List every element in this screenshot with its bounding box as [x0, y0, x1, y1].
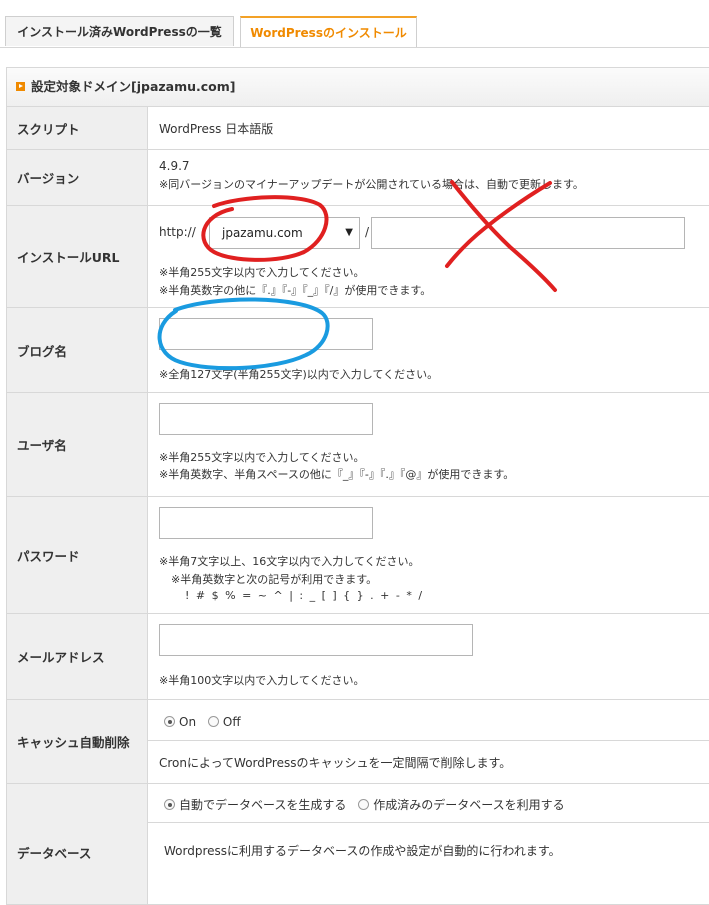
- label-version: バージョン: [7, 150, 148, 205]
- row-username: ユーザ名 ※半角255文字以内で入力してください。 ※半角英数字、半角スペースの…: [7, 393, 709, 497]
- version-value: 4.9.7: [159, 159, 190, 173]
- label-username: ユーザ名: [7, 393, 148, 496]
- url-note-1: ※半角255文字以内で入力してください。: [159, 266, 365, 279]
- cache-radio-group: On Off: [164, 715, 249, 729]
- cache-on-radio[interactable]: [164, 716, 175, 727]
- cache-divider: [148, 740, 709, 741]
- row-blog-name: ブログ名 ※全角127文字(半角255文字)以内で入力してください。: [7, 308, 709, 393]
- username-note-2: ※半角英数字、半角スペースの他に『_』『-』『.』『@』が使用できます。: [159, 468, 515, 481]
- database-auto-label[interactable]: 自動でデータベースを生成する: [179, 798, 346, 812]
- cache-note: CronによってWordPressのキャッシュを一定間隔で削除します。: [159, 756, 512, 770]
- email-note: ※半角100文字以内で入力してください。: [159, 674, 365, 687]
- username-input[interactable]: [159, 403, 373, 435]
- url-slash: /: [365, 225, 370, 239]
- domain-select-value: jpazamu.com: [222, 226, 303, 240]
- url-protocol: http://: [159, 225, 196, 239]
- database-auto-radio[interactable]: [164, 799, 175, 810]
- database-radio-group: 自動でデータベースを生成する 作成済みのデータベースを利用する: [164, 796, 573, 813]
- password-note-1: ※半角7文字以上、16文字以内で入力してください。: [159, 555, 420, 568]
- database-note: Wordpressに利用するデータベースの作成や設定が自動的に行われます。: [164, 844, 561, 858]
- database-existing-label[interactable]: 作成済みのデータベースを利用する: [373, 798, 564, 812]
- install-path-input[interactable]: [371, 217, 685, 249]
- username-note-1: ※半角255文字以内で入力してください。: [159, 451, 365, 464]
- blog-name-input[interactable]: [159, 318, 373, 350]
- version-note: ※同バージョンのマイナーアップデートが公開されている場合は、自動で更新します。: [159, 178, 584, 191]
- tab-installed-list[interactable]: インストール済みWordPressの一覧: [5, 16, 234, 46]
- cache-off-radio[interactable]: [207, 716, 219, 727]
- label-database: データベース: [7, 784, 148, 904]
- row-install-url: インストールURL http:// jpazamu.com ▼ / ※半角255…: [7, 206, 709, 308]
- row-cache: キャッシュ自動削除 On Off CronによってWordPressのキャッシュ…: [7, 700, 709, 784]
- database-existing-radio[interactable]: [358, 799, 370, 810]
- label-email: メールアドレス: [7, 614, 148, 699]
- domain-select[interactable]: jpazamu.com ▼: [209, 217, 360, 249]
- email-input[interactable]: [159, 624, 473, 656]
- row-password: パスワード ※半角7文字以上、16文字以内で入力してください。 ※半角英数字と次…: [7, 497, 709, 614]
- row-email: メールアドレス ※半角100文字以内で入力してください。: [7, 614, 709, 700]
- label-password: パスワード: [7, 497, 148, 613]
- password-symbols: ! # $ % = ~ ^ | : _ [ ] { } . + - * /: [185, 589, 423, 602]
- settings-panel: 設定対象ドメイン[jpazamu.com] スクリプト WordPress 日本…: [6, 67, 709, 905]
- row-script: スクリプト WordPress 日本語版: [7, 107, 709, 150]
- cache-on-label[interactable]: On: [179, 715, 196, 729]
- label-script: スクリプト: [7, 107, 148, 149]
- panel-header: 設定対象ドメイン[jpazamu.com]: [7, 68, 709, 107]
- row-version: バージョン 4.9.7 ※同バージョンのマイナーアップデートが公開されている場合…: [7, 150, 709, 206]
- password-note-2: ※半角英数字と次の記号が利用できます。: [171, 573, 378, 586]
- tab-install[interactable]: WordPressのインストール: [240, 16, 417, 47]
- label-blog-name: ブログ名: [7, 308, 148, 392]
- url-note-2: ※半角英数字の他に『.』『-』『_』『/』が使用できます。: [159, 284, 432, 297]
- label-install-url: インストールURL: [7, 206, 148, 307]
- tab-bar: インストール済みWordPressの一覧 WordPressのインストール: [0, 0, 709, 48]
- password-input[interactable]: [159, 507, 373, 539]
- row-database: データベース 自動でデータベースを生成する 作成済みのデータベースを利用する W…: [7, 784, 709, 904]
- blog-name-note: ※全角127文字(半角255文字)以内で入力してください。: [159, 368, 439, 381]
- caret-down-icon: ▼: [345, 227, 353, 238]
- script-value: WordPress 日本語版: [159, 122, 274, 136]
- arrow-right-icon: [16, 82, 25, 91]
- panel-title: 設定対象ドメイン[jpazamu.com]: [31, 79, 236, 94]
- database-divider: [148, 822, 709, 823]
- cache-off-label[interactable]: Off: [223, 715, 241, 729]
- label-cache: キャッシュ自動削除: [7, 700, 148, 783]
